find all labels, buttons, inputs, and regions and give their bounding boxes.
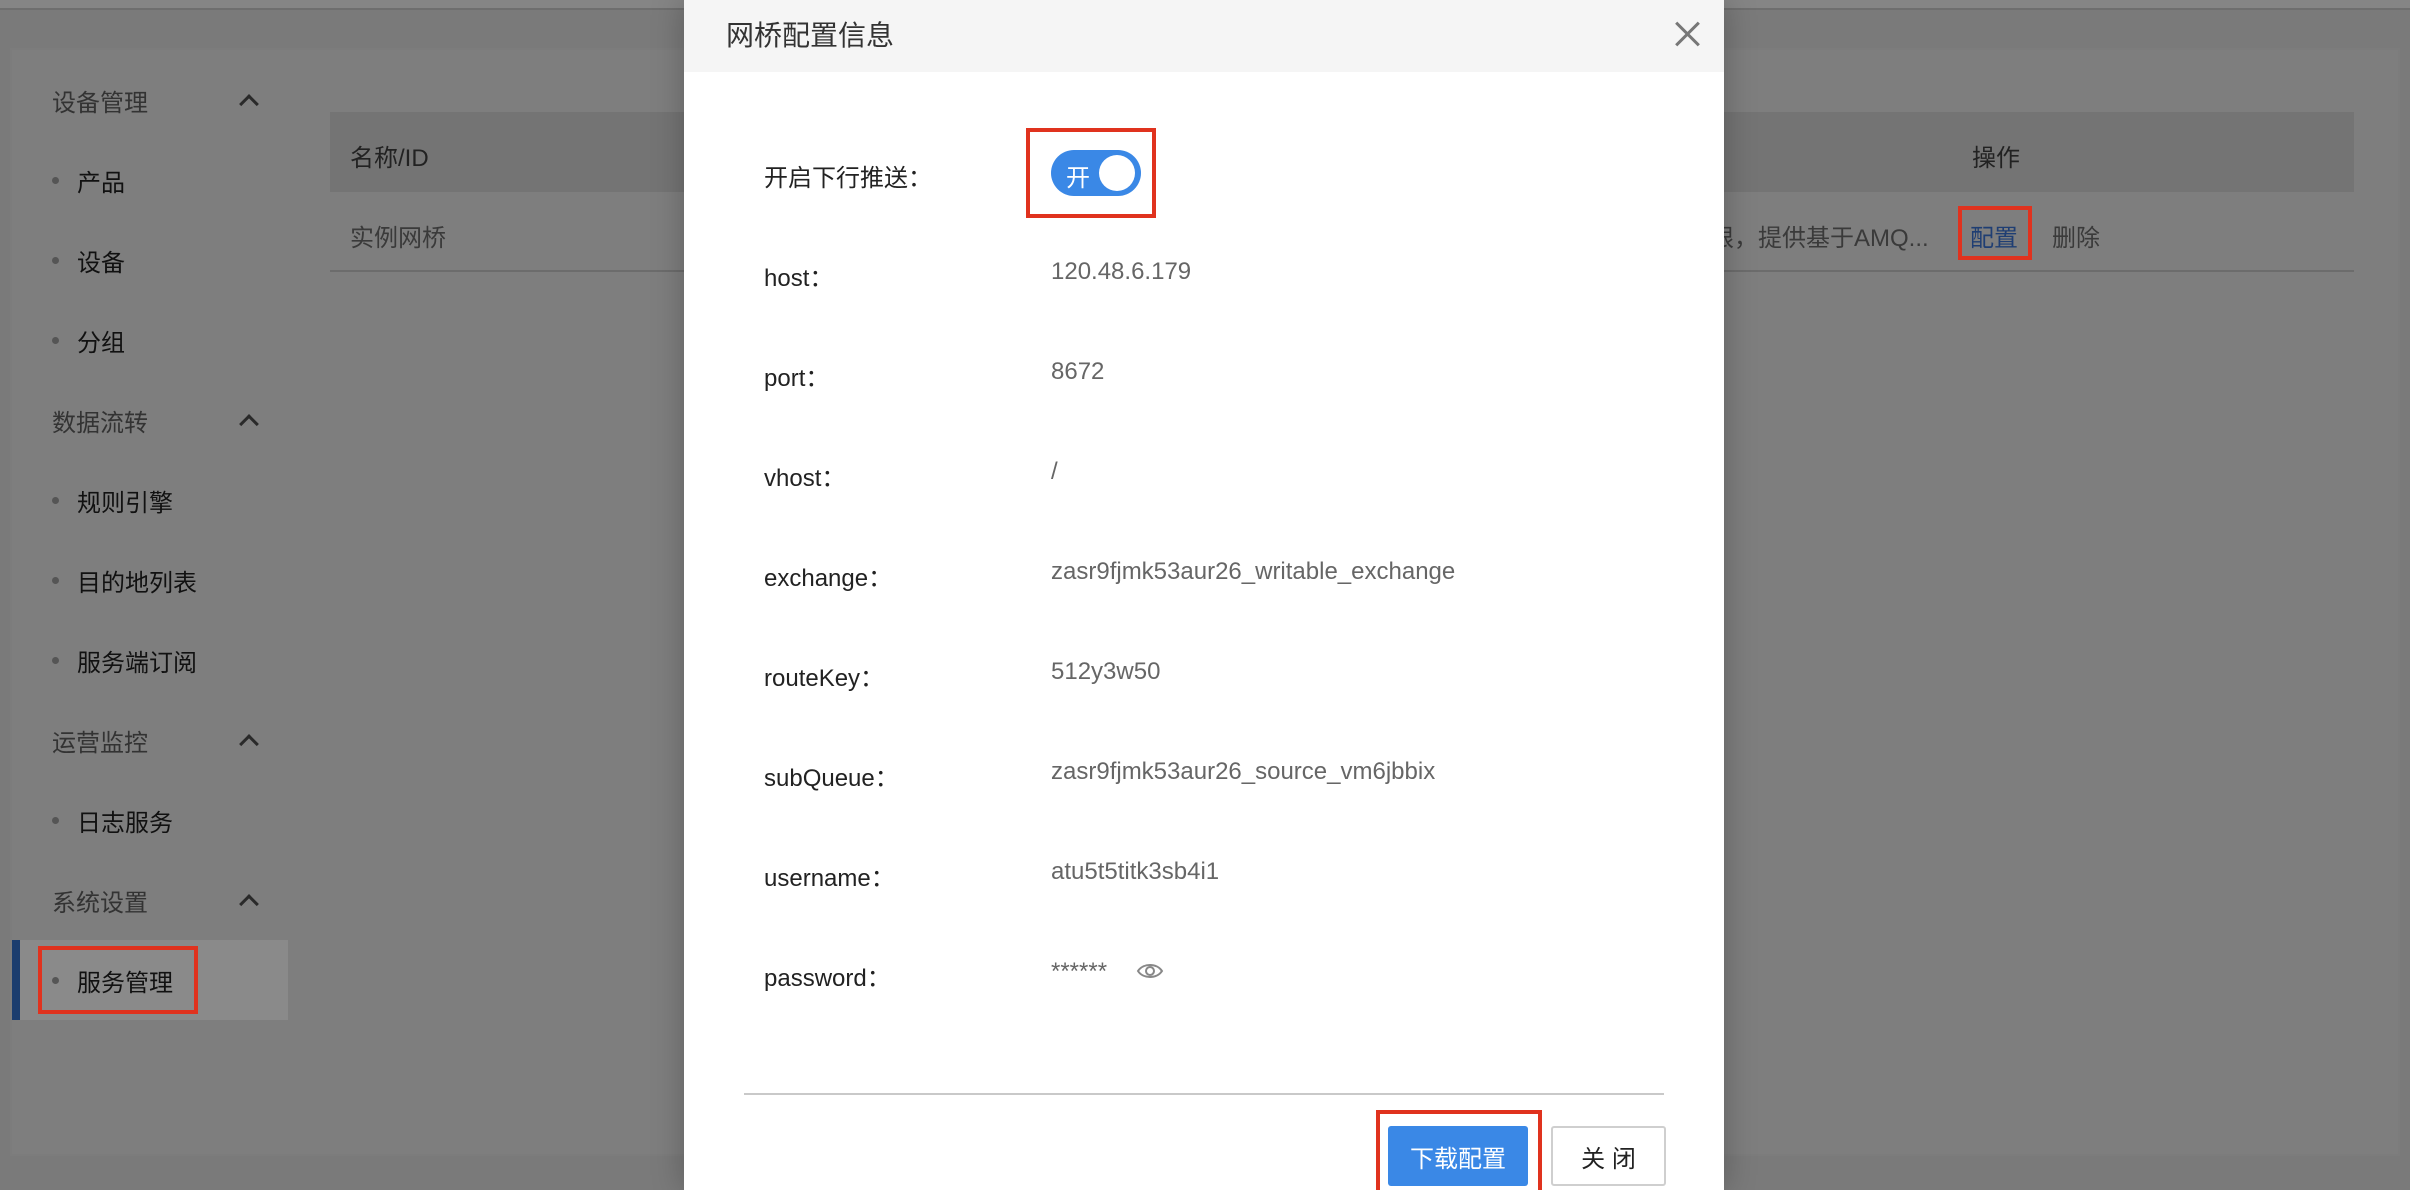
table-cell-name: 实例网桥 bbox=[350, 225, 446, 252]
vhost-label: vhost： bbox=[764, 465, 846, 492]
eye-icon[interactable] bbox=[1136, 960, 1164, 982]
vhost-value: / bbox=[1051, 458, 1058, 485]
username-label: username： bbox=[764, 865, 895, 892]
downlink-push-label: 开启下行推送： bbox=[764, 165, 932, 192]
chevron-up-icon bbox=[239, 734, 259, 754]
sidebar-item-destination-list[interactable]: 目的地列表 bbox=[52, 560, 197, 600]
bridge-config-modal: 网桥配置信息 开启下行推送： 开 host： 120.48.6.179 port… bbox=[684, 0, 1724, 1190]
sidebar-item-group[interactable]: 分组 bbox=[52, 320, 125, 360]
sidebar-item-label: 日志服务 bbox=[77, 809, 173, 837]
close-button[interactable]: 关 闭 bbox=[1551, 1126, 1666, 1186]
sidebar-item-label: 分组 bbox=[77, 329, 125, 357]
column-header-operations: 操作 bbox=[1972, 145, 2020, 172]
delete-link[interactable]: 删除 bbox=[2052, 218, 2100, 253]
sidebar-group-system-settings[interactable]: 系统设置 bbox=[52, 880, 262, 920]
bullet-icon bbox=[52, 496, 59, 504]
sidebar-item-product[interactable]: 产品 bbox=[52, 160, 125, 200]
exchange-label: exchange： bbox=[764, 565, 893, 592]
sidebar-item-label: 产品 bbox=[77, 169, 125, 197]
sidebar-item-label: 设备 bbox=[77, 249, 125, 277]
table-cell-description: 限，提供基于AMQ... bbox=[1710, 225, 1929, 252]
chevron-up-icon bbox=[239, 414, 259, 434]
sidebar-item-label: 目的地列表 bbox=[77, 569, 197, 597]
column-header-name: 名称/ID bbox=[350, 145, 429, 172]
bullet-icon bbox=[52, 816, 59, 824]
sidebar-group-operations-monitoring[interactable]: 运营监控 bbox=[52, 720, 262, 760]
sidebar-active-indicator bbox=[12, 940, 20, 1020]
bullet-icon bbox=[52, 176, 59, 184]
password-label: password： bbox=[764, 965, 891, 992]
modal-footer-divider bbox=[744, 1093, 1664, 1095]
sidebar-item-device[interactable]: 设备 bbox=[52, 240, 125, 280]
port-label: port： bbox=[764, 365, 830, 392]
sidebar-group-data-flow[interactable]: 数据流转 bbox=[52, 400, 262, 440]
routekey-label: routeKey： bbox=[764, 665, 885, 692]
highlight-box-config bbox=[1958, 206, 2032, 260]
highlight-box-download bbox=[1376, 1110, 1542, 1190]
exchange-value: zasr9fjmk53aur26_writable_exchange bbox=[1051, 558, 1456, 585]
subqueue-value: zasr9fjmk53aur26_source_vm6jbbix bbox=[1051, 758, 1436, 785]
sidebar-item-label: 服务端订阅 bbox=[77, 649, 197, 677]
bullet-icon bbox=[52, 656, 59, 664]
port-value: 8672 bbox=[1051, 358, 1105, 385]
sidebar-group-label: 数据流转 bbox=[52, 409, 148, 437]
sidebar-group-label: 设备管理 bbox=[52, 89, 148, 117]
sidebar-item-log-service[interactable]: 日志服务 bbox=[52, 800, 173, 840]
chevron-up-icon bbox=[239, 94, 259, 114]
sidebar-item-label: 规则引擎 bbox=[77, 489, 173, 517]
bullet-icon bbox=[52, 576, 59, 584]
host-label: host： bbox=[764, 265, 834, 292]
bullet-icon bbox=[52, 256, 59, 264]
username-value: atu5t5titk3sb4i1 bbox=[1051, 858, 1220, 885]
close-icon[interactable] bbox=[1668, 14, 1708, 54]
modal-title: 网桥配置信息 bbox=[726, 20, 895, 51]
password-value: ****** bbox=[1051, 958, 1108, 985]
routekey-value: 512y3w50 bbox=[1051, 658, 1161, 685]
sidebar-group-label: 运营监控 bbox=[52, 729, 148, 757]
highlight-box-toggle bbox=[1026, 128, 1156, 218]
subqueue-label: subQueue： bbox=[764, 765, 899, 792]
sidebar-group-device-management[interactable]: 设备管理 bbox=[52, 80, 262, 120]
chevron-up-icon bbox=[239, 894, 259, 914]
sidebar-group-label: 系统设置 bbox=[52, 889, 148, 917]
sidebar-item-rule-engine[interactable]: 规则引擎 bbox=[52, 480, 173, 520]
highlight-box-service-management bbox=[38, 946, 198, 1014]
host-value: 120.48.6.179 bbox=[1051, 258, 1192, 285]
bullet-icon bbox=[52, 336, 59, 344]
sidebar-item-server-subscription[interactable]: 服务端订阅 bbox=[52, 640, 197, 680]
